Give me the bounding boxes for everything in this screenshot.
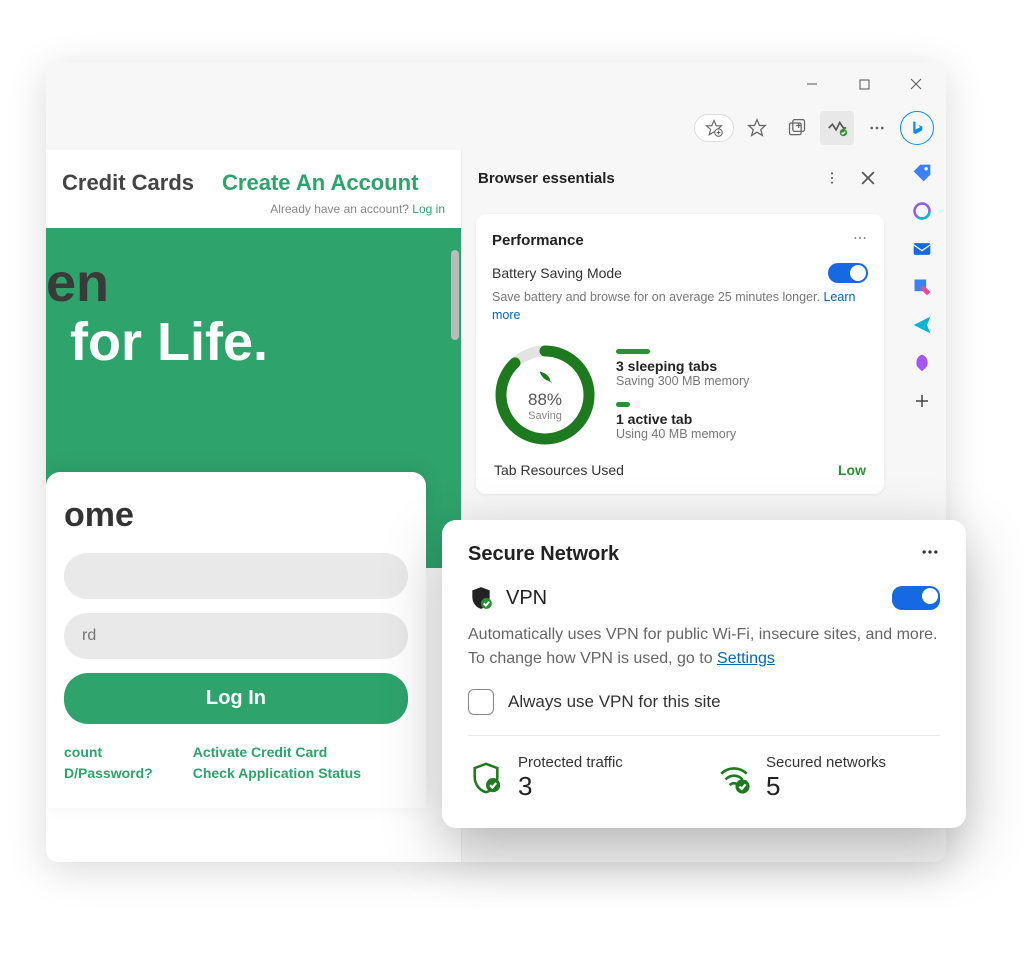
secured-networks-stat: Secured networks 5 (716, 754, 940, 802)
battery-mode-toggle[interactable] (828, 263, 868, 283)
secure-network-popup: Secure Network VPN Automatically uses VP… (442, 520, 966, 828)
protected-traffic-value: 3 (518, 771, 623, 802)
donut-percent: 88% (528, 390, 562, 410)
leaf-icon (537, 369, 553, 388)
panel-more-icon[interactable] (818, 164, 846, 192)
login-heading: ome (64, 496, 408, 535)
sleeping-tabs-sub: Saving 300 MB memory (616, 374, 868, 388)
minimize-button[interactable] (790, 68, 834, 100)
battery-desc: Save battery and browse for on average 2… (492, 289, 868, 324)
active-bar-icon (616, 402, 630, 407)
resources-value: Low (838, 462, 866, 478)
bottom-links: count D/Password? Activate Credit Card C… (64, 742, 408, 784)
title-bar (46, 62, 946, 106)
always-vpn-label: Always use VPN for this site (508, 692, 721, 712)
vpn-description: Automatically uses VPN for public Wi-Fi,… (468, 623, 940, 671)
performance-title: Performance (492, 232, 852, 249)
shield-check-icon (468, 760, 504, 796)
add-icon[interactable] (911, 390, 933, 412)
hero-banner: en for Life. ome Log In count D/Password… (46, 228, 461, 568)
protected-traffic-stat: Protected traffic 3 (468, 754, 692, 802)
login-button[interactable]: Log In (64, 673, 408, 724)
secure-network-heading: Secure Network (468, 543, 920, 566)
resources-label: Tab Resources Used (494, 462, 838, 478)
secured-networks-label: Secured networks (766, 754, 886, 771)
battery-mode-label: Battery Saving Mode (492, 265, 828, 281)
link-password[interactable]: D/Password? (64, 763, 153, 784)
more-icon[interactable] (860, 111, 894, 145)
already-account-text: Already have an account? (270, 202, 409, 216)
donut-label: Saving (528, 410, 562, 422)
vpn-more-icon[interactable] (920, 542, 940, 567)
favorites-icon[interactable] (740, 111, 774, 145)
resources-row[interactable]: Tab Resources Used Low (492, 448, 868, 478)
collections-icon[interactable] (780, 111, 814, 145)
shield-icon (468, 585, 494, 611)
maximize-button[interactable] (842, 68, 886, 100)
active-tab-title: 1 active tab (616, 411, 868, 427)
link-status[interactable]: Check Application Status (193, 763, 361, 784)
nav-create-account[interactable]: Create An Account (222, 170, 418, 196)
link-account[interactable]: count (64, 742, 153, 763)
already-account-row: Already have an account? Log in (46, 202, 461, 228)
nav-credit-cards[interactable]: Credit Cards (62, 170, 194, 196)
browser-essentials-icon[interactable] (820, 111, 854, 145)
bing-icon[interactable] (900, 111, 934, 145)
saving-donut-chart: 88% Saving (492, 342, 598, 448)
password-input[interactable] (64, 613, 408, 659)
link-activate[interactable]: Activate Credit Card (193, 742, 361, 763)
secured-networks-value: 5 (766, 771, 886, 802)
perf-stats: 88% Saving 3 sleeping tabs Saving 300 MB… (492, 342, 868, 448)
scrollbar-thumb[interactable] (451, 250, 459, 340)
hero-text-1: en (46, 256, 461, 310)
address-bar (46, 106, 946, 150)
shopping-tag-icon[interactable] (911, 162, 933, 184)
always-vpn-checkbox[interactable] (468, 689, 494, 715)
protected-traffic-label: Protected traffic (518, 754, 623, 771)
copilot-icon[interactable] (911, 200, 933, 222)
vpn-settings-link[interactable]: Settings (717, 650, 775, 667)
login-card: ome Log In count D/Password? Activate Cr… (46, 472, 426, 808)
vpn-toggle[interactable] (892, 586, 940, 610)
login-link[interactable]: Log in (412, 202, 445, 216)
outlook-icon[interactable] (911, 238, 933, 260)
panel-close-icon[interactable] (854, 164, 882, 192)
wifi-check-icon (716, 760, 752, 796)
username-input[interactable] (64, 553, 408, 599)
editor-icon[interactable] (911, 276, 933, 298)
essentials-title: Browser essentials (478, 170, 810, 187)
essentials-header: Browser essentials (462, 150, 898, 206)
hero-text-2: for Life. (46, 310, 461, 375)
page-nav: Credit Cards Create An Account (46, 150, 461, 202)
close-button[interactable] (894, 68, 938, 100)
sleeping-tabs-title: 3 sleeping tabs (616, 358, 868, 374)
sleeping-bar-icon (616, 349, 650, 354)
send-icon[interactable] (911, 314, 933, 336)
performance-card: Performance Battery Saving Mode Save bat… (476, 214, 884, 494)
perf-more-icon[interactable] (852, 230, 868, 251)
active-tab-sub: Using 40 MB memory (616, 427, 868, 441)
vpn-title: VPN (506, 587, 880, 610)
extension-pill[interactable] (694, 114, 734, 142)
page-content: Credit Cards Create An Account Already h… (46, 150, 461, 862)
designer-icon[interactable] (911, 352, 933, 374)
